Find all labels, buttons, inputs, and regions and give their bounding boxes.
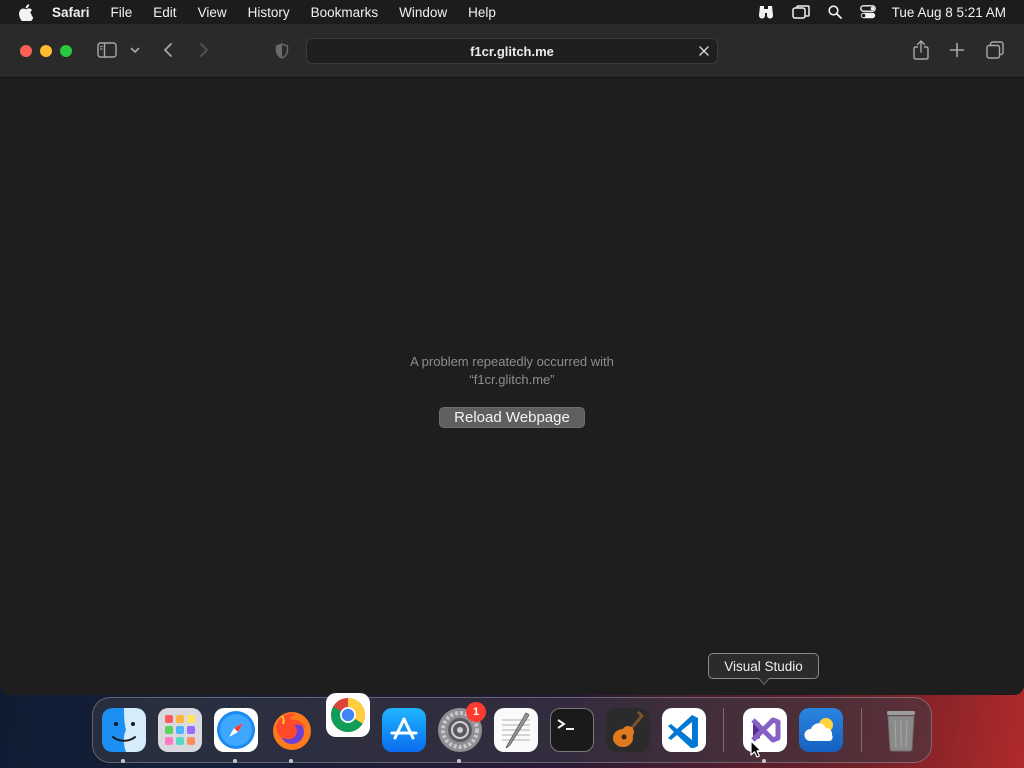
tab-overview-icon[interactable] xyxy=(986,41,1004,59)
menu-bar: Safari File Edit View History Bookmarks … xyxy=(0,0,1024,24)
system-settings-running-dot xyxy=(457,759,461,763)
menu-history[interactable]: History xyxy=(248,5,290,20)
page-content: A problem repeatedly occurred with “f1cr… xyxy=(0,78,1024,695)
privacy-shield-icon[interactable] xyxy=(275,43,289,59)
dock xyxy=(92,693,932,763)
back-arrow-icon[interactable] xyxy=(162,42,174,58)
menu-clock[interactable]: Tue Aug 8 5:21 AM xyxy=(892,5,1006,20)
dock-separator xyxy=(723,708,724,752)
dock-separator xyxy=(861,708,862,752)
launchpad-icon[interactable] xyxy=(158,708,202,752)
safari-running-dot xyxy=(233,759,237,763)
system-settings-badge: 1 xyxy=(466,702,486,722)
menu-window[interactable]: Window xyxy=(399,5,447,20)
screen-mirroring-icon[interactable] xyxy=(791,5,810,19)
firefox-running-dot xyxy=(289,759,293,763)
mouse-pointer-icon xyxy=(750,740,762,763)
finder-icon[interactable] xyxy=(102,708,146,752)
tooltip-arrow-inner xyxy=(759,678,769,684)
apple-menu-icon[interactable] xyxy=(18,3,38,21)
error-line-1: A problem repeatedly occurred with xyxy=(410,354,614,369)
address-bar[interactable]: f1cr.glitch.me xyxy=(306,38,718,64)
window-close-button[interactable] xyxy=(20,45,32,57)
menu-edit[interactable]: Edit xyxy=(153,5,176,20)
menu-bookmarks[interactable]: Bookmarks xyxy=(311,5,379,20)
weather-icon[interactable] xyxy=(799,708,843,752)
safari-icon[interactable] xyxy=(214,708,258,752)
app-store-icon[interactable] xyxy=(382,708,426,752)
safari-toolbar: f1cr.glitch.me xyxy=(0,24,1024,78)
sidebar-toggle-icon[interactable] xyxy=(97,42,117,58)
binoculars-icon[interactable] xyxy=(758,5,774,19)
error-line-2: “f1cr.glitch.me” xyxy=(469,372,555,387)
window-zoom-button[interactable] xyxy=(60,45,72,57)
menu-file[interactable]: File xyxy=(111,5,133,20)
spotlight-search-icon[interactable] xyxy=(828,5,842,19)
vscode-icon[interactable] xyxy=(662,708,706,752)
reload-webpage-button[interactable]: Reload Webpage xyxy=(439,407,585,428)
chevron-down-icon[interactable] xyxy=(130,47,140,54)
finder-running-dot xyxy=(121,759,125,763)
firefox-icon[interactable] xyxy=(270,708,314,752)
address-url: f1cr.glitch.me xyxy=(470,43,554,59)
visual-studio-running-dot xyxy=(762,759,766,763)
chrome-icon[interactable] xyxy=(326,693,370,737)
terminal-icon[interactable] xyxy=(550,708,594,752)
close-icon[interactable] xyxy=(697,44,711,61)
trash-icon[interactable] xyxy=(879,708,923,752)
menu-app-name[interactable]: Safari xyxy=(52,5,90,20)
forward-arrow-icon[interactable] xyxy=(198,42,210,58)
control-center-icon[interactable] xyxy=(859,5,876,19)
menu-help[interactable]: Help xyxy=(468,5,496,20)
safari-window: f1cr.glitch.me A problem repeatedly occu… xyxy=(0,24,1024,695)
dock-tooltip: Visual Studio xyxy=(708,653,819,679)
new-tab-plus-icon[interactable] xyxy=(949,42,965,58)
share-icon[interactable] xyxy=(912,40,930,60)
error-message: A problem repeatedly occurred with “f1cr… xyxy=(362,353,662,389)
textedit-icon[interactable] xyxy=(494,708,538,752)
menu-view[interactable]: View xyxy=(198,5,227,20)
garageband-icon[interactable] xyxy=(606,708,650,752)
window-minimize-button[interactable] xyxy=(40,45,52,57)
